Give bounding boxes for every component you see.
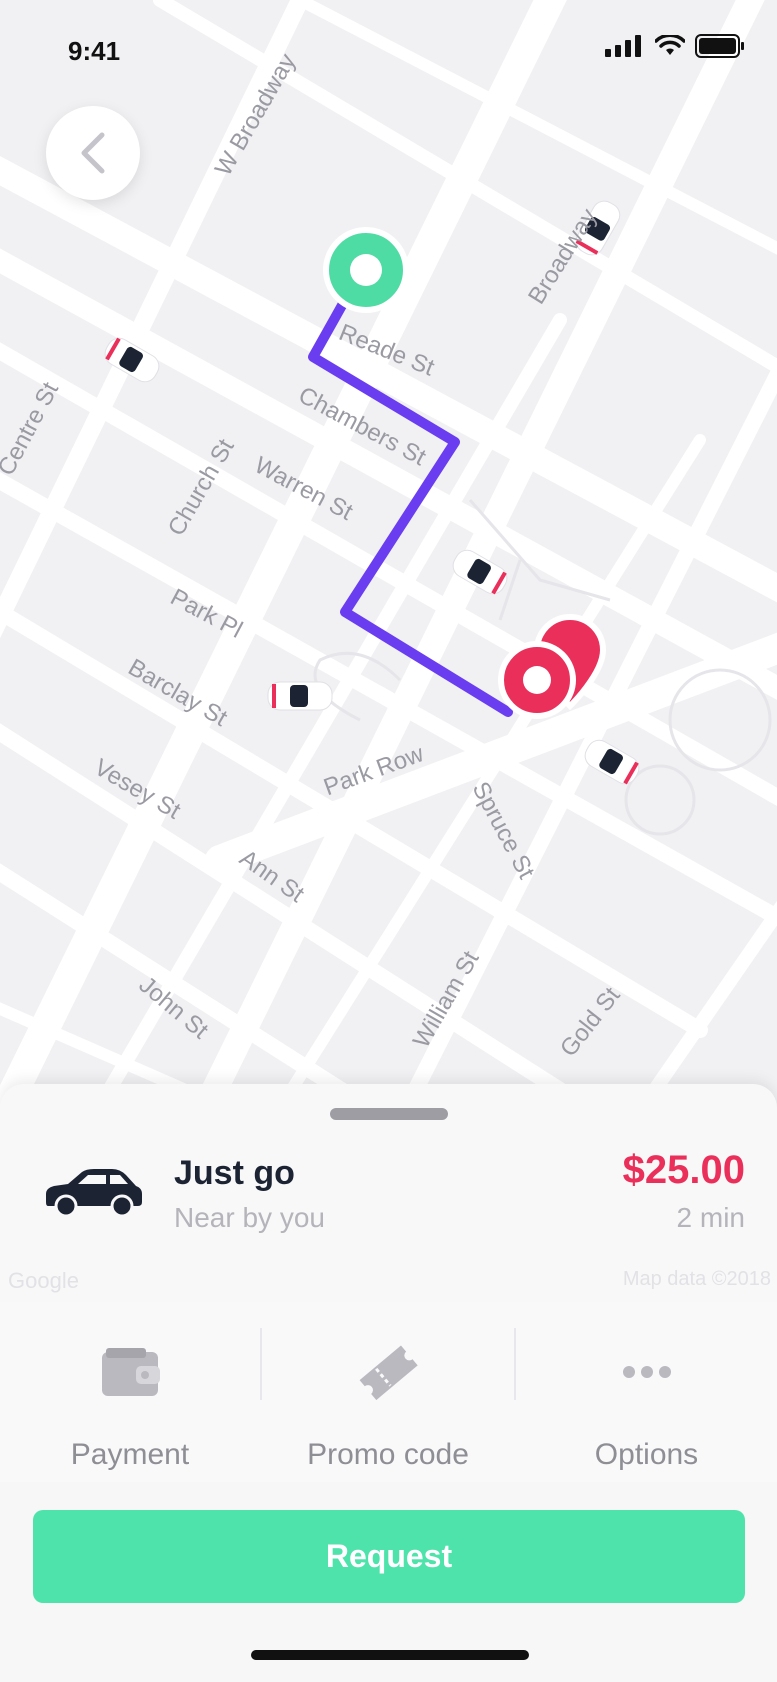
sheet-handle[interactable] xyxy=(330,1108,448,1120)
status-time: 9:41 xyxy=(68,36,121,66)
options-label: Options xyxy=(594,1438,699,1471)
battery-icon xyxy=(695,34,744,58)
wifi-icon xyxy=(655,35,685,55)
more-options-option[interactable]: Options xyxy=(516,1302,777,1482)
chevron-left-icon xyxy=(81,132,105,174)
destination-pin xyxy=(498,614,607,719)
ride-type-name: Just go xyxy=(174,1154,295,1192)
promo-code-option[interactable]: Promo code xyxy=(262,1302,514,1482)
status-icons xyxy=(605,34,745,58)
map-attribution-bar: Google Map data ©2018 xyxy=(0,1262,777,1302)
payment-option[interactable]: Payment xyxy=(0,1302,260,1482)
more-icon xyxy=(622,1366,671,1378)
ride-type-subtitle: Near by you xyxy=(174,1202,325,1233)
home-indicator xyxy=(251,1650,529,1660)
ticket-icon xyxy=(359,1345,418,1400)
status-bar: 9:41 xyxy=(0,0,777,100)
ride-price: $25.00 xyxy=(622,1148,745,1192)
car-icon xyxy=(46,1169,142,1218)
map-attribution-right: Map data ©2018 xyxy=(622,1268,771,1290)
signal-icon xyxy=(605,35,641,57)
back-button[interactable] xyxy=(46,106,140,200)
origin-marker xyxy=(323,227,409,313)
promo-code-label: Promo code xyxy=(307,1438,469,1471)
ride-sheet[interactable]: Just go Near by you $25.00 2 min xyxy=(0,1084,777,1262)
options-row: Payment Promo code Options xyxy=(0,1302,777,1482)
request-button[interactable]: Request xyxy=(33,1510,745,1603)
ride-eta: 2 min xyxy=(676,1202,745,1233)
map-attribution-left: Google xyxy=(8,1268,79,1293)
payment-label: Payment xyxy=(70,1438,190,1471)
wallet-icon xyxy=(102,1348,160,1396)
